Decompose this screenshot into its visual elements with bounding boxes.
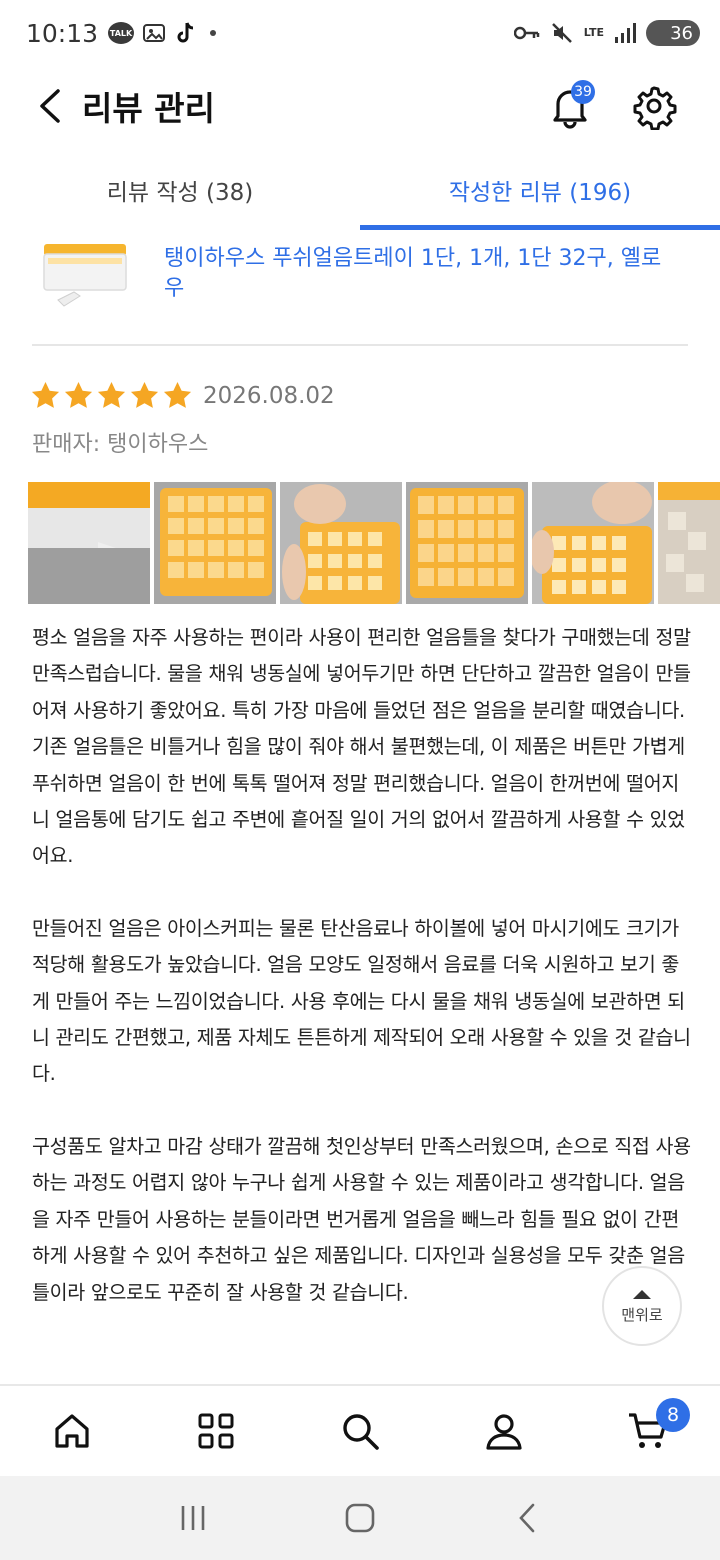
review-content: 평소 얼음을 자주 사용하는 편이라 사용이 편리한 얼음틀을 찾다가 구매했는… xyxy=(32,620,692,1311)
battery-indicator: 36 xyxy=(646,20,700,46)
nav-my-page[interactable] xyxy=(432,1386,576,1476)
review-paragraph: 만들어진 얼음은 아이스커피는 물론 탄산음료나 하이볼에 넣어 마시기에도 크… xyxy=(32,916,691,1086)
back-button[interactable] xyxy=(26,82,74,130)
home-icon xyxy=(55,1414,89,1448)
star-icon xyxy=(163,381,192,408)
review-photo-image xyxy=(406,482,528,604)
tab-written-reviews[interactable]: 작성한 리뷰 (196) xyxy=(360,150,720,230)
scroll-to-top-button[interactable]: 맨위로 xyxy=(602,1266,682,1346)
star-icon xyxy=(97,381,126,408)
kakaotalk-icon: TALK xyxy=(108,22,135,44)
settings-button[interactable] xyxy=(630,82,678,131)
review-photo[interactable] xyxy=(154,482,276,604)
star-icon xyxy=(64,381,93,408)
app-header: 리뷰 관리 39 xyxy=(0,66,720,146)
review-photos xyxy=(28,482,720,604)
cart-count-badge: 8 xyxy=(656,1398,690,1432)
review-tabs: 리뷰 작성 (38) 작성한 리뷰 (196) xyxy=(0,150,720,230)
star-icon xyxy=(31,381,60,408)
review-photo[interactable] xyxy=(406,482,528,604)
gear-icon xyxy=(633,86,677,131)
product-thumbnail xyxy=(43,244,127,307)
seller-name: 판매자: 탱이하우스 xyxy=(32,432,209,457)
product-item[interactable]: 탱이하우스 푸쉬얼음트레이 1단, 1개, 1단 32구, 옐로우 xyxy=(0,232,720,344)
review-photo[interactable] xyxy=(28,482,150,604)
tiktok-icon xyxy=(177,22,194,43)
product-name[interactable]: 탱이하우스 푸쉬얼음트레이 1단, 1개, 1단 32구, 옐로우 xyxy=(164,244,664,304)
network-type: LTE xyxy=(583,26,604,39)
review-paragraph: 구성품도 알차고 마감 상태가 깔끔해 첫인상부터 만족스러웠으며, 손으로 직… xyxy=(32,1134,691,1304)
status-system-icons: LTE 36 xyxy=(513,20,700,46)
status-time: 10:13 xyxy=(26,18,99,48)
review-photo[interactable] xyxy=(280,482,402,604)
review-photo-image xyxy=(154,482,276,604)
vpn-key-icon xyxy=(513,26,540,40)
signal-icon xyxy=(615,23,636,43)
nav-category[interactable] xyxy=(144,1386,288,1476)
section-divider xyxy=(32,344,688,346)
review-photo-image xyxy=(658,482,720,604)
tab-write-review[interactable]: 리뷰 작성 (38) xyxy=(0,150,360,230)
review-photo-image xyxy=(532,482,654,604)
recent-apps-button[interactable] xyxy=(163,1488,223,1548)
category-grid-icon xyxy=(198,1413,234,1449)
home-system-button[interactable] xyxy=(330,1488,390,1548)
back-system-button[interactable] xyxy=(497,1488,557,1548)
nav-cart[interactable]: 8 xyxy=(576,1386,720,1476)
nav-search[interactable] xyxy=(288,1386,432,1476)
nav-home[interactable] xyxy=(0,1386,144,1476)
search-icon xyxy=(343,1414,379,1450)
mute-icon xyxy=(551,23,572,43)
system-navigation-bar xyxy=(0,1476,720,1560)
review-photo-image xyxy=(280,482,402,604)
star-icon xyxy=(130,381,159,408)
more-notifications-dot xyxy=(210,30,217,36)
back-chevron-icon xyxy=(518,1503,534,1533)
recent-apps-icon xyxy=(182,1506,205,1530)
status-notification-icons: TALK xyxy=(108,21,217,45)
notification-count-badge: 39 xyxy=(571,80,595,104)
caret-up-icon xyxy=(633,1289,651,1299)
home-square-icon xyxy=(345,1503,375,1533)
review-paragraph: 평소 얼음을 자주 사용하는 편이라 사용이 편리한 얼음틀을 찾다가 구매했는… xyxy=(32,626,691,868)
scroll-to-top-label: 맨위로 xyxy=(621,1305,663,1324)
page-title: 리뷰 관리 xyxy=(82,89,215,128)
review-photo[interactable] xyxy=(532,482,654,604)
profile-icon xyxy=(486,1414,522,1450)
review-photo-image xyxy=(28,482,150,604)
star-rating xyxy=(30,380,195,411)
status-bar: 10:13 TALK LTE 36 xyxy=(0,0,720,66)
review-photo[interactable] xyxy=(658,482,720,604)
bottom-navigation: 8 xyxy=(0,1384,720,1476)
rating-row: 2026.08.02 xyxy=(30,380,335,411)
review-date: 2026.08.02 xyxy=(203,382,335,409)
gallery-notification-icon xyxy=(143,24,166,42)
chevron-left-icon xyxy=(40,89,60,123)
